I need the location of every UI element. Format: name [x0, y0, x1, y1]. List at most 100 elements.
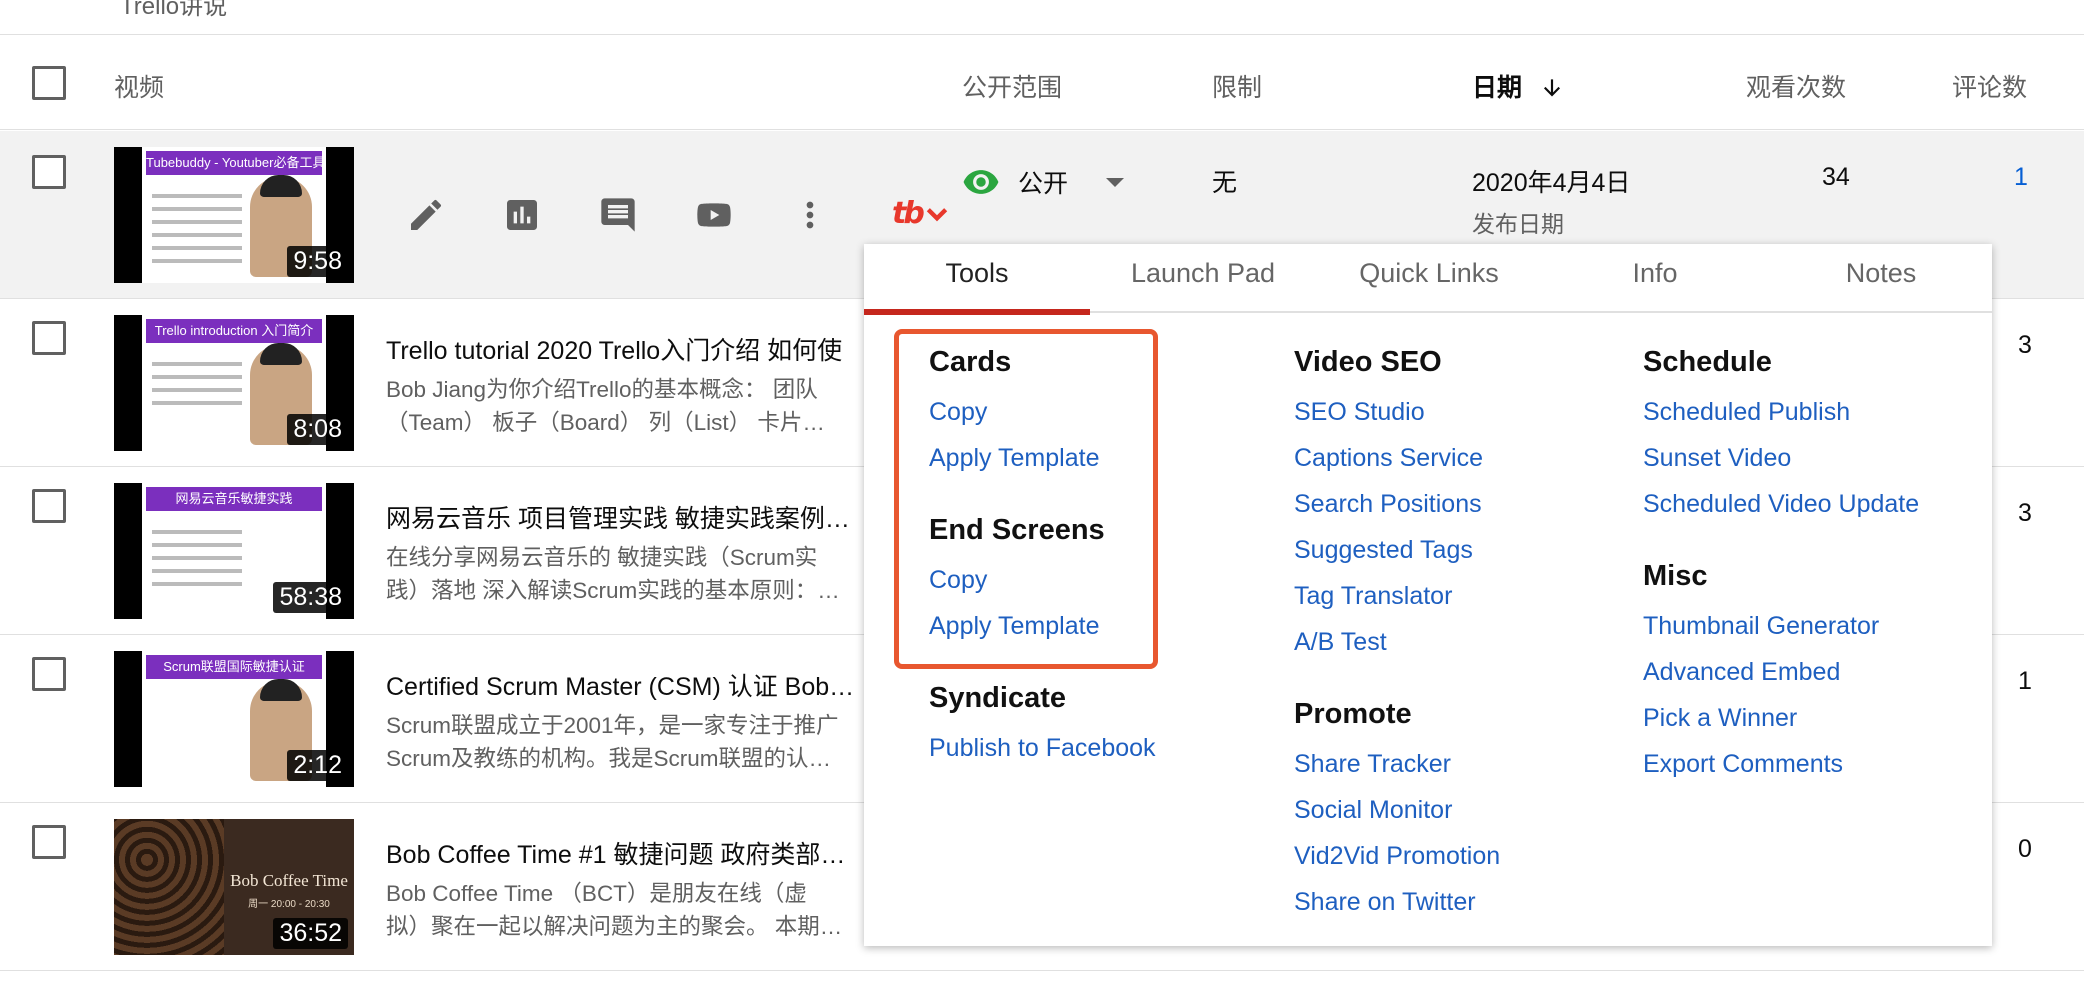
section-schedule: Schedule: [1643, 346, 1772, 378]
comments-button[interactable]: [594, 191, 642, 239]
cards-apply-template-link[interactable]: Apply Template: [929, 444, 1099, 473]
comments-value: 0: [2018, 835, 2032, 863]
views-value: 34: [1822, 163, 1850, 191]
thumbnail-bullets: [152, 353, 242, 414]
row-checkbox[interactable]: [32, 321, 66, 355]
video-title[interactable]: Trello tutorial 2020 Trello入门介绍 如何使: [386, 331, 866, 367]
video-title[interactable]: Bob Coffee Time #1 敏捷问题 政府类部…: [386, 835, 866, 871]
top-strip-text: Trello讲说: [120, 0, 228, 20]
select-all-checkbox[interactable]: [32, 66, 66, 100]
header-video[interactable]: 视频: [114, 68, 164, 104]
tab-tools[interactable]: Tools: [864, 244, 1090, 315]
analytics-button[interactable]: [498, 191, 546, 239]
coffee-beans-image: [114, 819, 224, 955]
section-cards: Cards: [929, 346, 1012, 378]
tab-info[interactable]: Info: [1542, 244, 1768, 313]
analytics-icon: [507, 200, 537, 230]
end-screens-apply-template-link[interactable]: Apply Template: [929, 612, 1099, 641]
date-value: 2020年4月4日: [1472, 169, 1631, 197]
end-screens-copy-link[interactable]: Copy: [929, 566, 987, 595]
cards-copy-link[interactable]: Copy: [929, 398, 987, 427]
table-header: 视频 公开范围 限制 日期 观看次数 评论数: [0, 36, 2084, 130]
row-checkbox[interactable]: [32, 489, 66, 523]
date-sub: 发布日期: [1472, 211, 1564, 237]
row-checkbox[interactable]: [32, 155, 66, 189]
view-on-youtube-button[interactable]: [690, 191, 738, 239]
section-misc: Misc: [1643, 560, 1708, 592]
restriction-value: 无: [1212, 169, 1238, 197]
pencil-icon: [411, 199, 441, 230]
share-tracker-link[interactable]: Share Tracker: [1294, 750, 1451, 779]
section-promote: Promote: [1294, 698, 1412, 730]
header-restrictions[interactable]: 限制: [1212, 68, 1262, 104]
comments-value[interactable]: 1: [2014, 163, 2028, 192]
options-button[interactable]: [786, 191, 834, 239]
header-date-label: 日期: [1472, 74, 1523, 102]
advanced-embed-link[interactable]: Advanced Embed: [1643, 658, 1840, 687]
visibility-dropdown[interactable]: 公开: [962, 163, 1125, 201]
page-top-strip: Trello讲说: [0, 0, 2084, 35]
vid2vid-promotion-link[interactable]: Vid2Vid Promotion: [1294, 842, 1500, 871]
youtube-icon: [697, 203, 731, 227]
export-comments-link[interactable]: Export Comments: [1643, 750, 1843, 779]
header-comments[interactable]: 评论数: [1952, 68, 2027, 104]
thumbnail-title: Tubebuddy - Youtuber必备工具: [146, 151, 322, 175]
active-tab-indicator: [864, 309, 1090, 315]
thumbnail-generator-link[interactable]: Thumbnail Generator: [1643, 612, 1879, 641]
suggested-tags-link[interactable]: Suggested Tags: [1294, 536, 1473, 565]
video-duration: 9:58: [287, 246, 348, 277]
tab-quick-links[interactable]: Quick Links: [1316, 244, 1542, 313]
share-on-twitter-link[interactable]: Share on Twitter: [1294, 888, 1476, 917]
chevron-down-icon: [1106, 177, 1125, 187]
video-description: Bob Jiang为你介绍Trello的基本概念： 团队 （Team） 板子（B…: [386, 377, 825, 435]
social-monitor-link[interactable]: Social Monitor: [1294, 796, 1452, 825]
comment-icon: [601, 198, 635, 232]
seo-studio-link[interactable]: SEO Studio: [1294, 398, 1425, 427]
video-duration: 8:08: [287, 414, 348, 445]
tag-translator-link[interactable]: Tag Translator: [1294, 582, 1452, 611]
header-visibility[interactable]: 公开范围: [962, 68, 1062, 104]
arrow-down-icon: [1543, 79, 1560, 97]
video-thumbnail[interactable]: Scrum联盟国际敏捷认证 2:12: [114, 651, 354, 787]
pick-a-winner-link[interactable]: Pick a Winner: [1643, 704, 1797, 733]
header-date[interactable]: 日期: [1472, 68, 1565, 104]
details-button[interactable]: [402, 191, 450, 239]
video-duration: 36:52: [273, 918, 348, 949]
eye-icon: [963, 170, 999, 194]
scheduled-video-update-link[interactable]: Scheduled Video Update: [1643, 490, 1919, 519]
thumbnail-bullets: [152, 185, 242, 272]
thumbnail-bullets: [152, 521, 242, 595]
video-duration: 2:12: [287, 750, 348, 781]
video-title[interactable]: 网易云音乐 项目管理实践 敏捷实践案例…: [386, 499, 866, 535]
tubebuddy-logo: tb: [892, 196, 925, 231]
thumbnail-title: Bob Coffee Time: [230, 871, 348, 890]
tab-tools-label: Tools: [945, 258, 1009, 288]
video-thumbnail[interactable]: 网易云音乐敏捷实践 58:38: [114, 483, 354, 619]
search-positions-link[interactable]: Search Positions: [1294, 490, 1482, 519]
tubebuddy-menu-button[interactable]: tb: [892, 196, 950, 231]
header-views[interactable]: 观看次数: [1746, 68, 1846, 104]
studio-content-page: Trello讲说 视频 公开范围 限制 日期 观看次数 评论数 Tubebudd…: [0, 0, 2084, 984]
video-description: Bob Coffee Time （BCT）是朋友在线（虚 拟）聚在一起以解决问题…: [386, 881, 843, 939]
tab-launch-pad[interactable]: Launch Pad: [1090, 244, 1316, 313]
row-checkbox[interactable]: [32, 825, 66, 859]
comments-value: 1: [2018, 667, 2032, 695]
chevron-down-icon: [926, 207, 948, 221]
more-vert-icon: [806, 201, 814, 229]
captions-service-link[interactable]: Captions Service: [1294, 444, 1483, 473]
section-end-screens: End Screens: [929, 514, 1105, 546]
video-title[interactable]: Certified Scrum Master (CSM) 认证 Bob…: [386, 667, 866, 703]
tubebuddy-menu-panel: Tools Launch Pad Quick Links Info Notes …: [864, 244, 1992, 946]
publish-to-facebook-link[interactable]: Publish to Facebook: [929, 734, 1156, 763]
section-syndicate: Syndicate: [929, 682, 1066, 714]
row-checkbox[interactable]: [32, 657, 66, 691]
sunset-video-link[interactable]: Sunset Video: [1643, 444, 1791, 473]
video-thumbnail[interactable]: Tubebuddy - Youtuber必备工具 9:58: [114, 147, 354, 283]
video-thumbnail[interactable]: Trello introduction 入门简介 8:08: [114, 315, 354, 451]
scheduled-publish-link[interactable]: Scheduled Publish: [1643, 398, 1850, 427]
tab-notes[interactable]: Notes: [1768, 244, 1994, 313]
comments-value: 3: [2018, 331, 2032, 359]
video-thumbnail[interactable]: Bob Coffee Time 周一 20:00 - 20:30 36:52: [114, 819, 354, 955]
ab-test-link[interactable]: A/B Test: [1294, 628, 1387, 657]
video-description: Scrum联盟成立于2001年，是一家专注于推广 Scrum及教练的机构。我是S…: [386, 713, 839, 771]
